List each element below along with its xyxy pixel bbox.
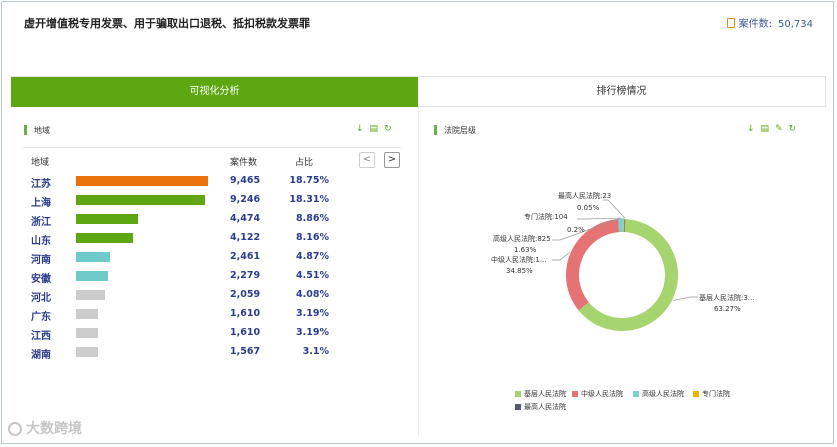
legend-item[interactable]: 高级人民法院 bbox=[633, 389, 684, 399]
legend-label: 专门法院 bbox=[702, 390, 730, 398]
watermark-logo-icon bbox=[8, 422, 22, 436]
legend-label: 最高人民法院 bbox=[524, 403, 566, 411]
leader-line bbox=[672, 296, 698, 301]
legend-swatch bbox=[572, 391, 578, 397]
slice-percent: 1.63% bbox=[514, 246, 537, 254]
legend-item[interactable]: 专门法院 bbox=[693, 389, 730, 399]
legend-swatch bbox=[515, 391, 521, 397]
slice-percent: 63.27% bbox=[714, 305, 741, 313]
legend-label: 中级人民法院 bbox=[581, 390, 623, 398]
slice-label: 专门法院:104 bbox=[524, 213, 568, 221]
slice-label: 中级人民法院:1... bbox=[491, 256, 547, 264]
legend-label: 高级人民法院 bbox=[642, 390, 684, 398]
slice-label: 基层人民法院:3... bbox=[699, 294, 755, 302]
slice-label: 最高人民法院:23 bbox=[558, 192, 612, 200]
leader-line bbox=[603, 199, 626, 219]
watermark-text: 大数跨境 bbox=[26, 421, 82, 437]
legend-swatch bbox=[693, 391, 699, 397]
legend-item[interactable]: 最高人民法院 bbox=[515, 402, 566, 412]
legend-swatch bbox=[515, 404, 521, 410]
slice-label: 高级人民法院:825 bbox=[493, 235, 551, 243]
watermark: 大数跨境 bbox=[8, 418, 82, 438]
leader-line bbox=[552, 252, 570, 261]
donut-slice[interactable] bbox=[618, 219, 624, 233]
slice-percent: 0.05% bbox=[577, 204, 600, 212]
legend-item[interactable]: 中级人民法院 bbox=[572, 389, 623, 399]
leader-line bbox=[577, 217, 625, 220]
court-level-donut-chart bbox=[552, 199, 698, 331]
legend-label: 基层人民法院 bbox=[524, 390, 566, 398]
slice-percent: 34.85% bbox=[506, 267, 533, 275]
legend-item[interactable]: 基层人民法院 bbox=[515, 389, 566, 399]
legend-swatch bbox=[633, 391, 639, 397]
slice-percent: 0.2% bbox=[567, 226, 585, 234]
